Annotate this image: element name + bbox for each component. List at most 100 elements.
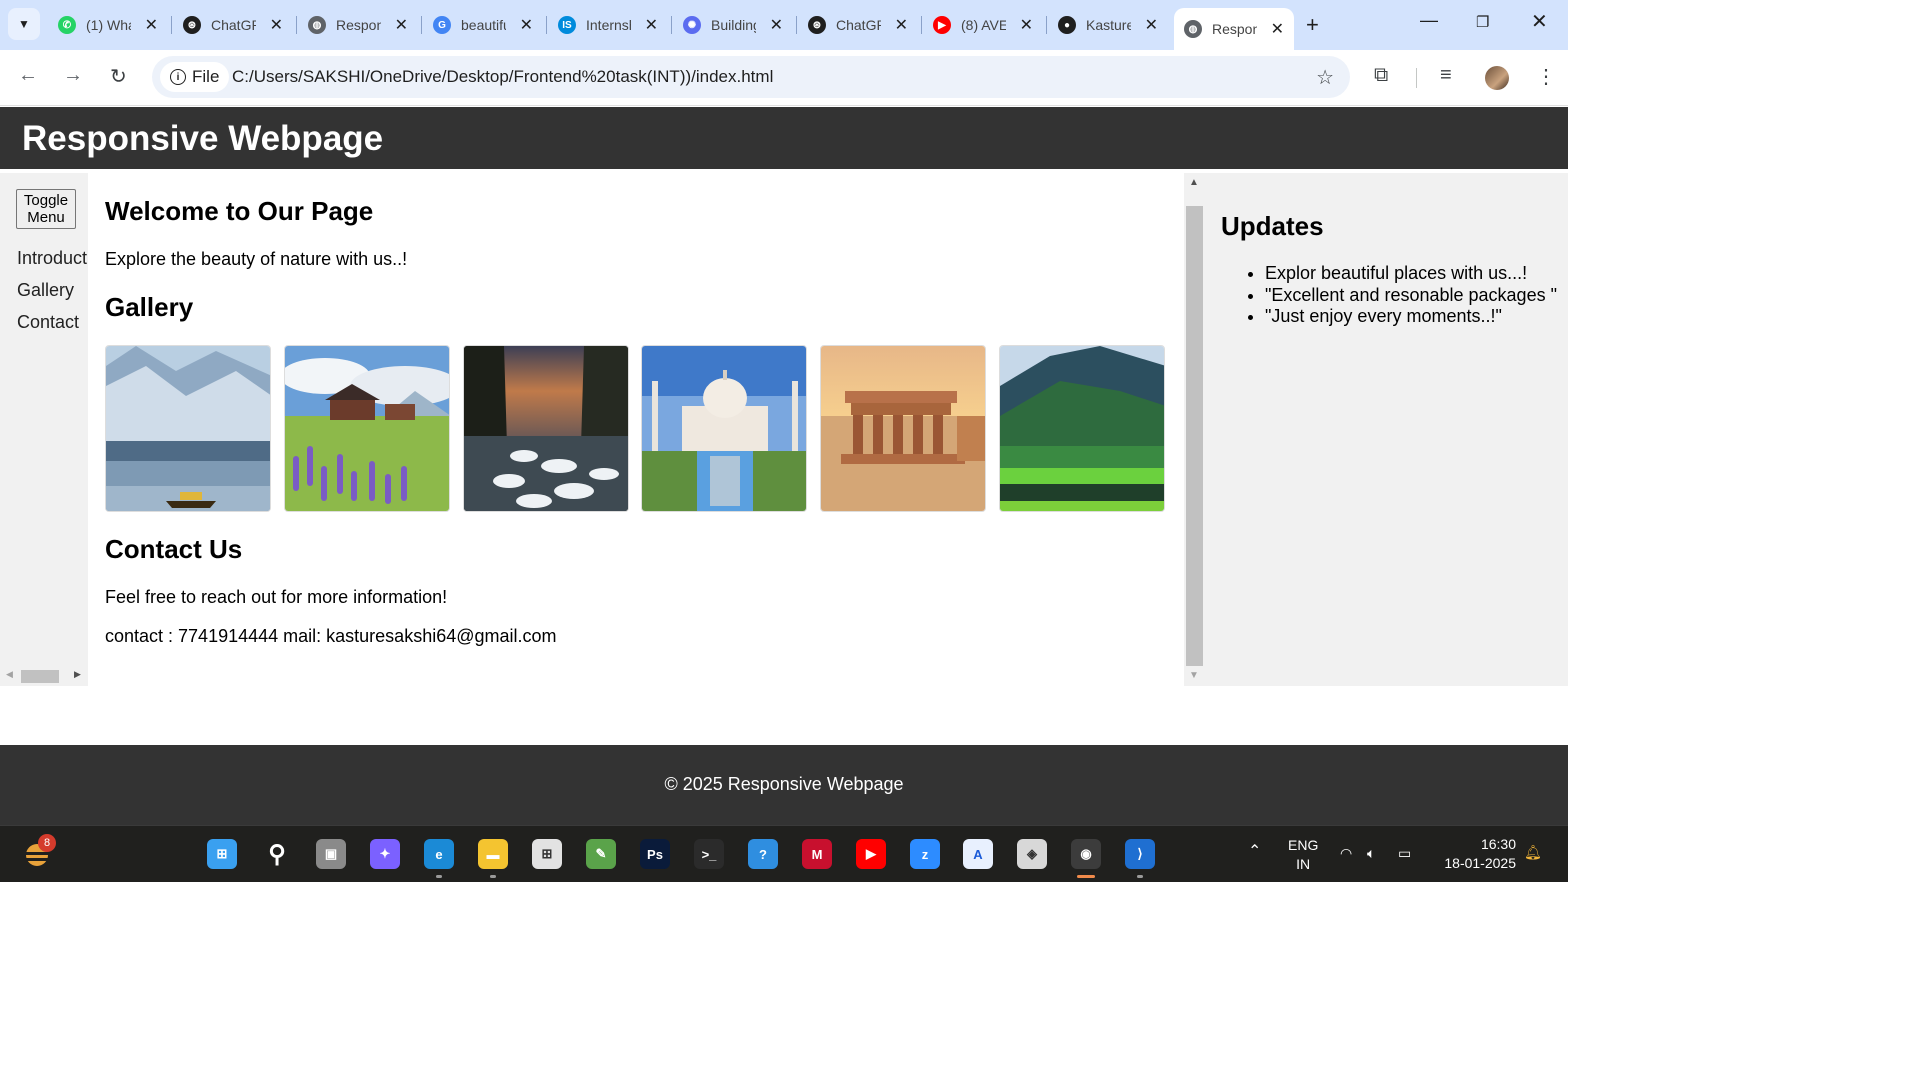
list-item: "Just enjoy every moments..!": [1265, 306, 1557, 328]
tab-title: ChatGPT: [836, 17, 881, 33]
wifi-icon[interactable]: ◠: [1340, 844, 1352, 863]
language-indicator[interactable]: ENG IN: [1288, 836, 1318, 874]
nav-link-introduction[interactable]: Introduction: [17, 248, 88, 269]
google-icon: G: [433, 16, 451, 34]
close-tab-icon[interactable]: ✕: [1020, 15, 1033, 35]
browser-tab[interactable]: ◍ Responsive Webpage ✕: [1174, 8, 1294, 50]
running-indicator: [436, 875, 442, 878]
tab-title: ChatGPT: [211, 17, 256, 33]
scroll-up-arrow-icon[interactable]: ▲: [1189, 177, 1199, 188]
close-tab-icon[interactable]: ✕: [395, 15, 408, 35]
minimize-button[interactable]: —: [1420, 10, 1438, 31]
scroll-down-arrow-icon[interactable]: ▼: [1189, 670, 1199, 681]
photoshop-icon[interactable]: Ps: [640, 839, 670, 869]
address-bar[interactable]: i File C:/Users/SAKSHI/OneDrive/Desktop/…: [152, 56, 1350, 98]
unity-icon[interactable]: ◈: [1017, 839, 1047, 869]
search-icon[interactable]: ⚲: [262, 839, 292, 869]
forward-button[interactable]: →: [63, 64, 83, 87]
gallery-image[interactable]: [999, 345, 1165, 512]
file-explorer-icon[interactable]: ▬: [478, 839, 508, 869]
gallery-image[interactable]: [284, 345, 450, 512]
close-tab-icon[interactable]: ✕: [520, 15, 533, 35]
start-icon[interactable]: ⊞: [207, 839, 237, 869]
notification-bell-icon[interactable]: 🔔︎: [1524, 843, 1542, 862]
chrome-icon[interactable]: ◉: [1071, 839, 1101, 869]
clock[interactable]: 16:30 18-01-2025: [1444, 835, 1516, 873]
volume-icon[interactable]: 🔈︎: [1367, 844, 1375, 863]
browser-tab-strip: ▼ ✆ (1) WhatsApp ✕ ⊛ ChatGPT ✕ ◍ Responsive Web…: [0, 0, 1568, 50]
sidebar-horizontal-scrollbar[interactable]: ◀ ▶: [0, 667, 88, 685]
back-button[interactable]: ←: [18, 64, 38, 87]
tab-search-button[interactable]: ▼: [8, 8, 40, 40]
tab-separator: [421, 16, 422, 34]
copilot-icon[interactable]: ✦: [370, 839, 400, 869]
info-icon: i: [170, 69, 186, 85]
scrollbar-thumb[interactable]: [1186, 206, 1203, 666]
browser-tab[interactable]: Gbeautiful places ✕: [423, 8, 543, 42]
close-tab-icon[interactable]: ✕: [645, 15, 658, 35]
main-vertical-scrollbar[interactable]: ▲ ▼: [1184, 173, 1203, 686]
store-icon[interactable]: ⊞: [532, 839, 562, 869]
updates-list: Explor beautiful places with us...! "Exc…: [1265, 263, 1557, 328]
show-hidden-icons-chevron-icon[interactable]: ⌃: [1248, 842, 1261, 861]
scheme-label: File: [192, 67, 220, 86]
scrollbar-thumb[interactable]: [21, 670, 59, 683]
zoom-icon[interactable]: z: [910, 839, 940, 869]
browser-tab[interactable]: IS Internshala ✕: [548, 8, 668, 42]
extensions-icon[interactable]: ⧉: [1374, 64, 1388, 87]
bookmark-star-icon[interactable]: ☆: [1316, 65, 1334, 90]
scroll-left-arrow-icon[interactable]: ◀: [6, 669, 13, 680]
toggle-menu-button[interactable]: Toggle Menu: [16, 189, 76, 229]
battery-icon[interactable]: ▭: [1398, 844, 1411, 863]
restore-button[interactable]: ❐: [1476, 13, 1489, 31]
vscode-icon[interactable]: ⟩: [1125, 839, 1155, 869]
browser-tab[interactable]: ✺ Building ✕: [673, 8, 793, 42]
github-icon: ●: [1058, 16, 1076, 34]
updates-panel: Updates Explor beautiful places with us.…: [1203, 173, 1568, 686]
tab-title: beautiful places: [461, 17, 506, 33]
close-window-button[interactable]: ✕: [1531, 9, 1548, 34]
browser-tab[interactable]: ◍ Responsive Webpage ✕: [298, 8, 418, 42]
browser-tab[interactable]: ✆ (1) WhatsApp ✕: [48, 8, 168, 42]
time-label: 16:30: [1480, 836, 1516, 852]
app-store-icon[interactable]: A: [963, 839, 993, 869]
close-tab-icon[interactable]: ✕: [1271, 19, 1284, 39]
media-control-icon[interactable]: ≡: [1440, 64, 1452, 87]
help-icon[interactable]: ?: [748, 839, 778, 869]
gallery-image[interactable]: [820, 345, 986, 512]
browser-tab[interactable]: ⊛ ChatGPT ✕: [798, 8, 918, 42]
tab-separator: [296, 16, 297, 34]
task-view-icon[interactable]: ▣: [316, 839, 346, 869]
running-indicator: [1077, 875, 1095, 878]
terminal-icon[interactable]: >_: [694, 839, 724, 869]
browser-tab[interactable]: ⊛ ChatGPT ✕: [173, 8, 293, 42]
youtube-icon[interactable]: ▶: [856, 839, 886, 869]
menu-kebab-icon[interactable]: ⋮: [1536, 64, 1556, 89]
nav-link-gallery[interactable]: Gallery: [17, 280, 74, 301]
language-label: ENG: [1288, 837, 1319, 853]
browser-tab[interactable]: ● Kasturesakshi ✕: [1048, 8, 1168, 42]
profile-avatar[interactable]: [1485, 66, 1509, 90]
site-info-chip[interactable]: i File: [160, 62, 230, 92]
close-tab-icon[interactable]: ✕: [895, 15, 908, 35]
url-text[interactable]: C:/Users/SAKSHI/OneDrive/Desktop/Fronten…: [232, 67, 773, 87]
reload-button[interactable]: ↻: [110, 64, 127, 89]
edge-icon[interactable]: e: [424, 839, 454, 869]
new-tab-button[interactable]: +: [1306, 12, 1319, 38]
gallery-image[interactable]: [463, 345, 629, 512]
nav-link-contact[interactable]: Contact: [17, 312, 79, 333]
scroll-right-arrow-icon[interactable]: ▶: [74, 669, 81, 680]
contact-details: contact : 7741914444 mail: kasturesakshi…: [105, 626, 557, 646]
footer-text: © 2025 Responsive Webpage: [664, 774, 904, 794]
close-tab-icon[interactable]: ✕: [770, 15, 783, 35]
close-tab-icon[interactable]: ✕: [1145, 15, 1158, 35]
mcafee-icon[interactable]: M: [802, 839, 832, 869]
updates-heading: Updates: [1221, 211, 1324, 241]
gallery-image[interactable]: [641, 345, 807, 512]
close-tab-icon[interactable]: ✕: [145, 15, 158, 35]
gallery-image[interactable]: [105, 345, 271, 512]
notepad-icon[interactable]: ✎: [586, 839, 616, 869]
browser-tab[interactable]: ▶ (8) AVE ✕: [923, 8, 1043, 42]
close-tab-icon[interactable]: ✕: [270, 15, 283, 35]
sidebar: Toggle Menu Introduction Gallery Contact…: [0, 173, 88, 686]
